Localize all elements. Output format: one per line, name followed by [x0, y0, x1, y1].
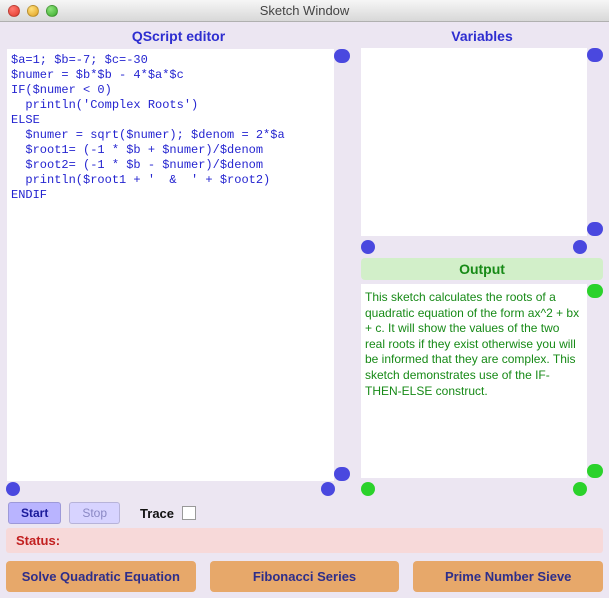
- stop-button[interactable]: Stop: [69, 502, 120, 524]
- solve-quadratic-button[interactable]: Solve Quadratic Equation: [6, 561, 196, 592]
- prime-sieve-button[interactable]: Prime Number Sieve: [413, 561, 603, 592]
- variables-v-scrollbar[interactable]: [587, 48, 603, 236]
- window-title: Sketch Window: [0, 3, 609, 18]
- editor-code[interactable]: $a=1; $b=-7; $c=-30 $numer = $b*$b - 4*$…: [7, 49, 334, 207]
- status-bar: Status:: [6, 528, 603, 553]
- window-titlebar: Sketch Window: [0, 0, 609, 22]
- status-label: Status:: [16, 533, 60, 548]
- output-v-scrollbar[interactable]: [587, 284, 603, 478]
- variables-h-scrollbar[interactable]: [361, 240, 587, 254]
- editor-h-scrollbar[interactable]: [6, 482, 335, 496]
- start-button[interactable]: Start: [8, 502, 61, 524]
- editor-v-scrollbar[interactable]: [334, 49, 350, 481]
- zoom-icon[interactable]: [46, 5, 58, 17]
- variables-title: Variables: [361, 26, 603, 48]
- variables-text: [361, 48, 587, 56]
- output-text: This sketch calculates the roots of a qu…: [361, 284, 587, 405]
- editor-pane[interactable]: $a=1; $b=-7; $c=-30 $numer = $b*$b - 4*$…: [7, 49, 334, 481]
- minimize-icon[interactable]: [27, 5, 39, 17]
- fibonacci-button[interactable]: Fibonacci Series: [210, 561, 400, 592]
- editor-title: QScript editor: [6, 26, 351, 48]
- trace-checkbox[interactable]: [182, 506, 196, 520]
- output-h-scrollbar[interactable]: [361, 482, 587, 496]
- variables-pane[interactable]: [361, 48, 587, 236]
- trace-label: Trace: [140, 506, 174, 521]
- close-icon[interactable]: [8, 5, 20, 17]
- output-title: Output: [361, 258, 603, 280]
- output-pane: This sketch calculates the roots of a qu…: [361, 284, 587, 478]
